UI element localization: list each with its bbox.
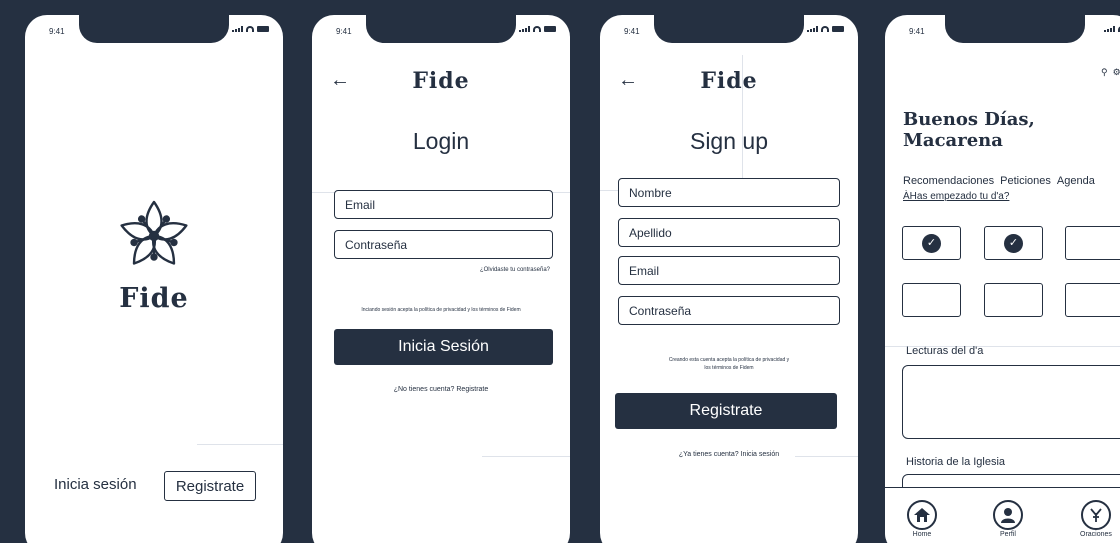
check-icon: ✓ <box>922 233 941 253</box>
phone-notch <box>945 15 1085 43</box>
nav-profile[interactable]: Perfil <box>993 500 1023 538</box>
wifi-icon <box>821 26 829 32</box>
daily-check-6[interactable] <box>1065 283 1120 317</box>
home-icon <box>907 500 937 530</box>
user-icon <box>993 500 1023 530</box>
gear-icon[interactable]: ⚙ <box>1113 67 1120 78</box>
status-icons <box>519 26 556 32</box>
page-title: Sign up <box>689 128 768 154</box>
signal-icon <box>807 26 818 32</box>
lotus-logo-icon <box>120 200 188 265</box>
daily-check-1[interactable]: ✓ <box>902 226 961 260</box>
battery-icon <box>832 26 844 32</box>
daily-check-3[interactable] <box>1065 226 1120 260</box>
battery-icon <box>257 26 269 32</box>
status-time: 9:41 <box>336 27 352 36</box>
register-link[interactable]: ¿No tienes cuenta? Registrate <box>312 386 570 393</box>
section-title-readings: Lecturas del d'a <box>906 345 984 357</box>
page-title: Login <box>412 128 470 154</box>
signal-icon <box>519 26 530 32</box>
login-submit-button[interactable]: Inicia Sesión <box>334 329 553 365</box>
splash-screen: 9:41 Fide Inicia sesión Registrate <box>25 15 283 543</box>
email-field[interactable] <box>334 190 553 219</box>
check-icon: ✓ <box>1004 233 1023 253</box>
nav-home[interactable]: Home <box>907 500 937 538</box>
greeting-line2: Macarena <box>903 130 1003 151</box>
greeting: Buenos Días, Macarena <box>903 109 1073 151</box>
forgot-password-link[interactable]: ¿Olvidaste tu contraseña? <box>480 267 550 273</box>
phone-notch <box>79 15 229 43</box>
bottom-nav: Home Perfil Oraciones <box>885 487 1120 543</box>
password-field[interactable] <box>334 230 553 259</box>
legal-text-line2: los términos de Fidem <box>704 365 754 371</box>
wifi-icon <box>246 26 254 32</box>
email-field[interactable] <box>618 256 840 285</box>
signup-screen: 9:41 ← Fide Sign up Creando esta cuenta … <box>600 15 858 543</box>
daily-check-2[interactable]: ✓ <box>984 226 1043 260</box>
tab-peticiones[interactable]: Peticiones <box>1000 175 1051 187</box>
status-icons <box>1104 26 1120 32</box>
status-time: 9:41 <box>49 27 65 36</box>
signal-icon <box>1104 26 1115 32</box>
wifi-icon <box>533 26 541 32</box>
legal-text: Inciando sesión acepta la política de pr… <box>361 307 521 313</box>
tab-recomendaciones[interactable]: Recomendaciones <box>903 175 994 187</box>
phone-notch <box>654 15 804 43</box>
daily-question: ÀHas empezado tu d'a? <box>903 191 1010 202</box>
tab-agenda[interactable]: Agenda <box>1057 175 1095 187</box>
nav-prayers-label: Oraciones <box>1080 531 1112 538</box>
status-time: 9:41 <box>624 27 640 36</box>
nav-home-label: Home <box>912 531 932 538</box>
login-screen: 9:41 ← Fide Login ¿Olvidaste tu contrase… <box>312 15 570 543</box>
lastname-field[interactable] <box>618 218 840 247</box>
section-title-history: Historia de la Iglesia <box>906 456 1006 468</box>
greeting-line1: Buenos Días, <box>903 109 1035 130</box>
search-icon[interactable]: ⚲ <box>1101 67 1108 78</box>
phone-notch <box>366 15 516 43</box>
login-link[interactable]: Inicia sesión <box>54 476 137 493</box>
brand-logo-text: Fide <box>119 283 189 314</box>
status-icons <box>232 26 269 32</box>
password-field[interactable] <box>618 296 840 325</box>
daily-check-5[interactable] <box>984 283 1043 317</box>
login-link[interactable]: ¿Ya tienes cuenta? Inicia sesión <box>600 451 858 458</box>
signal-icon <box>232 26 243 32</box>
readings-card[interactable] <box>902 365 1120 439</box>
home-tabs: Recomendaciones Peticiones Agenda <box>903 175 1101 187</box>
nav-profile-label: Perfil <box>1000 531 1016 538</box>
battery-icon <box>544 26 556 32</box>
brand-logo-text: Fide <box>700 68 758 94</box>
status-icons <box>807 26 844 32</box>
home-screen: 9:41 ⚲ ⚙ Buenos Días, Macarena Recomenda… <box>885 15 1120 543</box>
prayer-icon <box>1080 500 1111 530</box>
nav-prayers[interactable]: Oraciones <box>1080 500 1112 538</box>
signup-submit-button[interactable]: Registrate <box>615 393 837 429</box>
register-button[interactable]: Registrate <box>164 471 256 501</box>
status-time: 9:41 <box>909 27 925 36</box>
header-actions: ⚲ ⚙ <box>1101 67 1120 78</box>
daily-check-4[interactable] <box>902 283 961 317</box>
name-field[interactable] <box>618 178 840 207</box>
brand-logo-text: Fide <box>412 68 470 94</box>
legal-text-line1: Creando esta cuenta acepta la política d… <box>668 357 790 363</box>
